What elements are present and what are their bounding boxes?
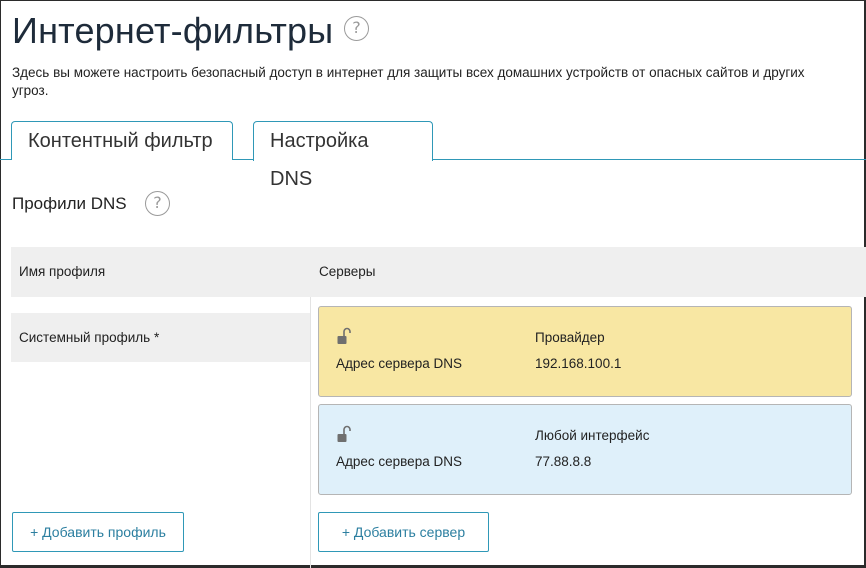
add-profile-button[interactable]: + Добавить профиль bbox=[12, 512, 184, 552]
server-address-label: Адрес сервера DNS bbox=[336, 454, 462, 469]
tab-dns-settings[interactable]: Настройка DNS bbox=[253, 121, 433, 190]
server-card-provider[interactable]: Провайдер Адрес сервера DNS 192.168.100.… bbox=[318, 306, 852, 397]
column-divider bbox=[310, 297, 311, 568]
table-header: Имя профиля Серверы bbox=[11, 247, 866, 297]
profile-row-system[interactable]: Системный профиль * bbox=[11, 313, 310, 362]
server-address: 192.168.100.1 bbox=[535, 356, 622, 371]
page-title: Интернет-фильтры bbox=[12, 10, 334, 51]
server-address-label: Адрес сервера DNS bbox=[336, 356, 462, 371]
server-interface: Провайдер bbox=[535, 330, 605, 345]
help-icon-dns-profiles[interactable]: ? bbox=[145, 191, 170, 216]
section-title: Профили DNS bbox=[12, 194, 127, 213]
tab-content-filter[interactable]: Контентный фильтр bbox=[11, 121, 233, 160]
lock-open-icon bbox=[337, 327, 351, 344]
column-header-profile-name: Имя профиля bbox=[19, 264, 106, 279]
column-header-servers: Серверы bbox=[319, 264, 376, 279]
lock-open-icon bbox=[337, 425, 351, 442]
server-interface: Любой интерфейс bbox=[535, 428, 650, 443]
add-server-button[interactable]: + Добавить сервер bbox=[318, 512, 489, 552]
help-icon[interactable]: ? bbox=[344, 16, 369, 41]
profile-name: Системный профиль * bbox=[19, 330, 160, 345]
server-card-any-interface[interactable]: Любой интерфейс Адрес сервера DNS 77.88.… bbox=[318, 404, 852, 495]
server-address: 77.88.8.8 bbox=[535, 454, 592, 469]
page-description: Здесь вы можете настроить безопасный дос… bbox=[12, 65, 805, 98]
